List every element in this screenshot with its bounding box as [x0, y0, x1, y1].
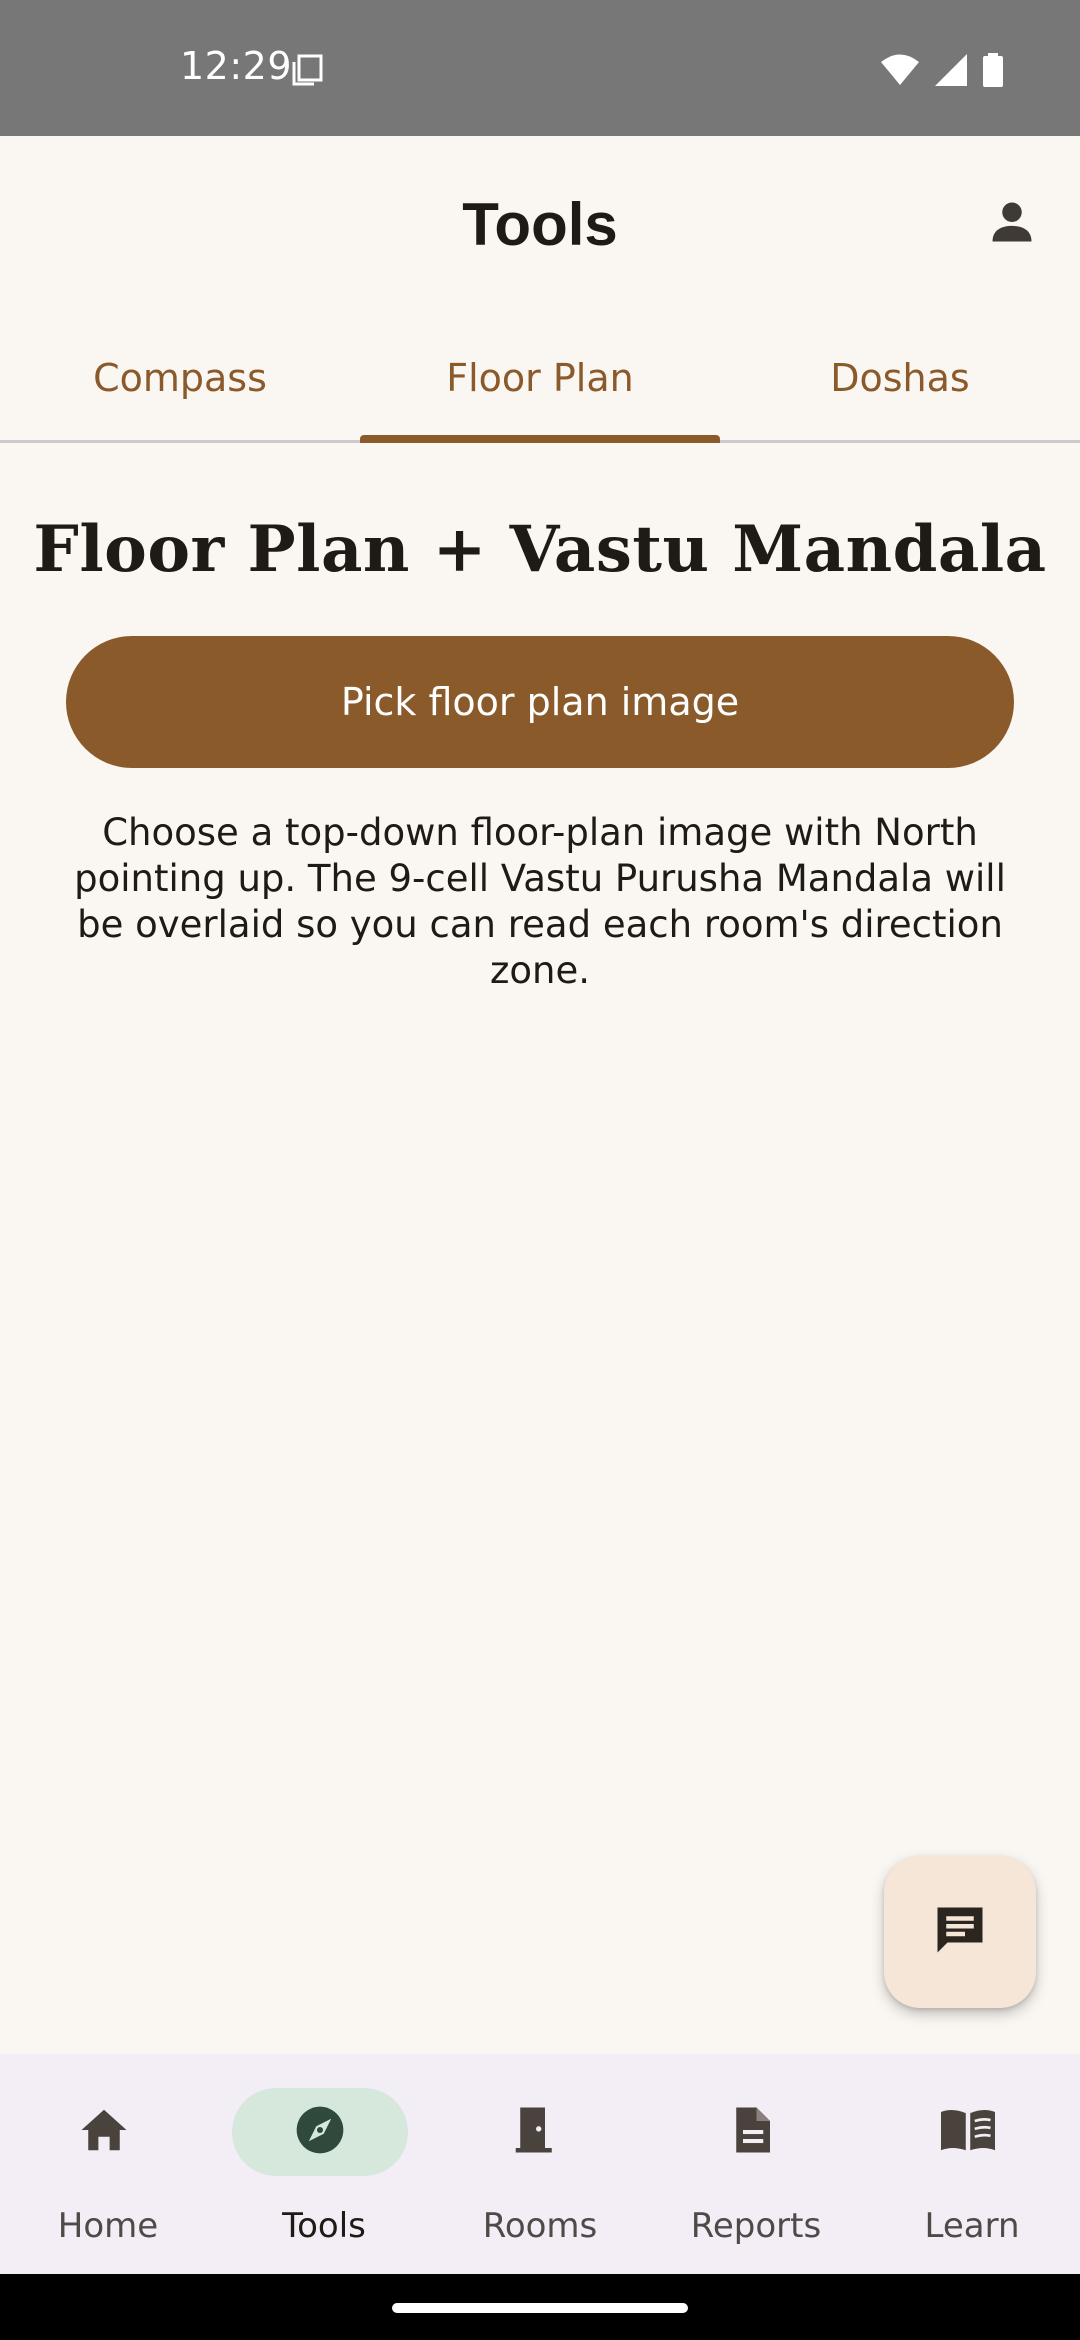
status-icons: [880, 53, 1004, 92]
nav-label-home: Home: [57, 2206, 159, 2246]
nav-label-rooms: Rooms: [482, 2206, 598, 2246]
nav-pill-home: [16, 2088, 192, 2176]
description-text: Choose a top-down floor-plan image with …: [74, 811, 1006, 992]
tab-floor-plan[interactable]: Floor Plan: [360, 316, 720, 440]
door-icon: [509, 2103, 563, 2162]
signal-icon: [934, 53, 968, 92]
tab-bar: Compass Floor Plan Doshas: [0, 316, 1080, 443]
tab-indicator: [360, 435, 720, 443]
gesture-handle[interactable]: [392, 2303, 688, 2313]
pick-floor-plan-button[interactable]: Pick floor plan image: [66, 636, 1014, 768]
nav-item-home[interactable]: Home: [0, 2054, 216, 2274]
profile-button[interactable]: [964, 176, 1060, 272]
document-icon: [725, 2103, 779, 2162]
nav-pill-learn: [880, 2088, 1056, 2176]
battery-icon: [982, 53, 1004, 92]
home-icon: [77, 2103, 131, 2162]
wifi-icon: [880, 53, 920, 92]
section-title: Floor Plan + Vastu Mandala: [33, 512, 1047, 587]
page-title: Tools: [462, 191, 618, 258]
status-time: 12:29: [180, 44, 293, 88]
person-icon: [986, 196, 1038, 253]
nav-item-rooms[interactable]: Rooms: [432, 2054, 648, 2274]
nav-item-learn[interactable]: Learn: [864, 2054, 1080, 2274]
tab-doshas[interactable]: Doshas: [720, 316, 1080, 440]
nav-item-reports[interactable]: Reports: [648, 2054, 864, 2274]
app-bar: Tools: [0, 136, 1080, 316]
nav-pill-reports: [664, 2088, 840, 2176]
tab-compass[interactable]: Compass: [0, 316, 360, 440]
doc-icon: [290, 53, 324, 87]
book-icon: [938, 2103, 998, 2162]
gesture-bar: [0, 2274, 1080, 2340]
status-bar: 12:29: [0, 0, 1080, 136]
nav-pill-tools: [232, 2088, 408, 2176]
chat-fab[interactable]: [884, 1856, 1036, 2008]
nav-label-reports: Reports: [690, 2206, 822, 2246]
bottom-navigation: Home Tools Rooms Reports Learn: [0, 2054, 1080, 2274]
nav-label-tools: Tools: [282, 2206, 366, 2246]
nav-item-tools[interactable]: Tools: [216, 2054, 432, 2274]
compass-icon: [292, 2102, 348, 2163]
chat-icon: [930, 1900, 990, 1965]
nav-pill-rooms: [448, 2088, 624, 2176]
nav-label-learn: Learn: [924, 2206, 1020, 2246]
